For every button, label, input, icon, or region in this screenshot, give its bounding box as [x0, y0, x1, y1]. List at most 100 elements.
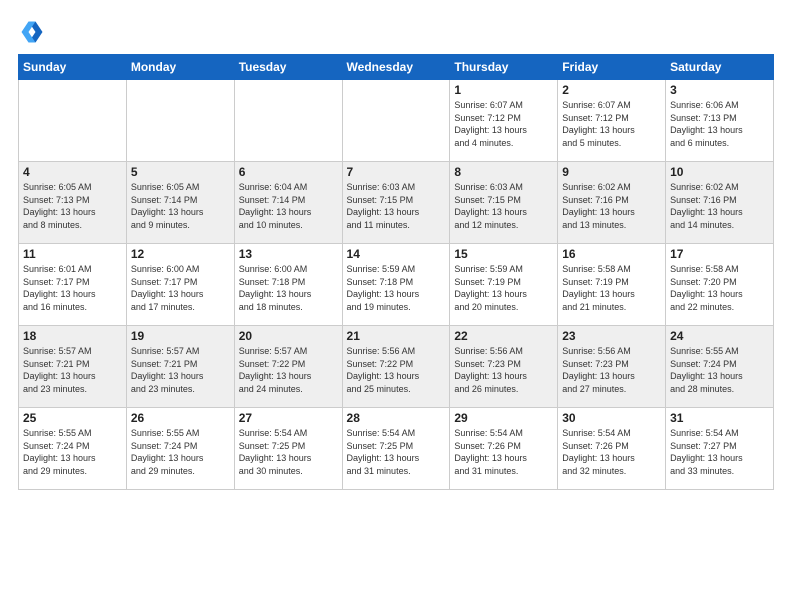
- calendar-cell: 20 Sunrise: 5:57 AM Sunset: 7:22 PM Dayli…: [234, 326, 342, 408]
- day-number: 25: [23, 411, 122, 425]
- day-info: Sunrise: 5:55 AM Sunset: 7:24 PM Dayligh…: [23, 427, 122, 477]
- day-number: 10: [670, 165, 769, 179]
- day-info: Sunrise: 5:59 AM Sunset: 7:18 PM Dayligh…: [347, 263, 446, 313]
- calendar-cell: 2 Sunrise: 6:07 AM Sunset: 7:12 PM Daylig…: [558, 80, 666, 162]
- header: [18, 18, 774, 46]
- day-number: 23: [562, 329, 661, 343]
- day-number: 29: [454, 411, 553, 425]
- calendar-week-row: 1Sunrise: 6:07 AM Sunset: 7:12 PM Daylig…: [19, 80, 774, 162]
- calendar-cell: 8 Sunrise: 6:03 AM Sunset: 7:15 PM Daylig…: [450, 162, 558, 244]
- day-info: Sunrise: 5:57 AM Sunset: 7:21 PM Dayligh…: [23, 345, 122, 395]
- day-info: Sunrise: 6:02 AM Sunset: 7:16 PM Dayligh…: [562, 181, 661, 231]
- page: SundayMondayTuesdayWednesdayThursdayFrid…: [0, 0, 792, 612]
- day-info: Sunrise: 5:57 AM Sunset: 7:21 PM Dayligh…: [131, 345, 230, 395]
- calendar-cell: 15Sunrise: 5:59 AM Sunset: 7:19 PM Dayli…: [450, 244, 558, 326]
- weekday-header-wednesday: Wednesday: [342, 55, 450, 80]
- day-info: Sunrise: 5:58 AM Sunset: 7:19 PM Dayligh…: [562, 263, 661, 313]
- calendar-cell: 18 Sunrise: 5:57 AM Sunset: 7:21 PM Dayli…: [19, 326, 127, 408]
- calendar-cell: 27 Sunrise: 5:54 AM Sunset: 7:25 PM Dayli…: [234, 408, 342, 490]
- day-info: Sunrise: 5:54 AM Sunset: 7:25 PM Dayligh…: [239, 427, 338, 477]
- calendar-cell: 4 Sunrise: 6:05 AM Sunset: 7:13 PM Daylig…: [19, 162, 127, 244]
- day-info: Sunrise: 5:54 AM Sunset: 7:27 PM Dayligh…: [670, 427, 769, 477]
- day-number: 26: [131, 411, 230, 425]
- day-info: Sunrise: 5:54 AM Sunset: 7:26 PM Dayligh…: [454, 427, 553, 477]
- day-number: 4: [23, 165, 122, 179]
- day-number: 19: [131, 329, 230, 343]
- day-info: Sunrise: 6:01 AM Sunset: 7:17 PM Dayligh…: [23, 263, 122, 313]
- day-info: Sunrise: 6:07 AM Sunset: 7:12 PM Dayligh…: [562, 99, 661, 149]
- logo: [18, 18, 50, 46]
- day-number: 31: [670, 411, 769, 425]
- calendar-week-row: 25 Sunrise: 5:55 AM Sunset: 7:24 PM Dayli…: [19, 408, 774, 490]
- day-number: 13: [239, 247, 338, 261]
- calendar-cell: 7 Sunrise: 6:03 AM Sunset: 7:15 PM Daylig…: [342, 162, 450, 244]
- day-info: Sunrise: 5:56 AM Sunset: 7:23 PM Dayligh…: [454, 345, 553, 395]
- day-info: Sunrise: 5:56 AM Sunset: 7:22 PM Dayligh…: [347, 345, 446, 395]
- calendar-cell: 31 Sunrise: 5:54 AM Sunset: 7:27 PM Dayli…: [666, 408, 774, 490]
- day-number: 8: [454, 165, 553, 179]
- day-info: Sunrise: 6:02 AM Sunset: 7:16 PM Dayligh…: [670, 181, 769, 231]
- day-number: 24: [670, 329, 769, 343]
- day-number: 7: [347, 165, 446, 179]
- weekday-header-saturday: Saturday: [666, 55, 774, 80]
- day-info: Sunrise: 5:55 AM Sunset: 7:24 PM Dayligh…: [670, 345, 769, 395]
- calendar-cell: 25 Sunrise: 5:55 AM Sunset: 7:24 PM Dayli…: [19, 408, 127, 490]
- calendar-table: SundayMondayTuesdayWednesdayThursdayFrid…: [18, 54, 774, 490]
- calendar-cell: 28 Sunrise: 5:54 AM Sunset: 7:25 PM Dayli…: [342, 408, 450, 490]
- day-number: 20: [239, 329, 338, 343]
- day-info: Sunrise: 5:54 AM Sunset: 7:25 PM Dayligh…: [347, 427, 446, 477]
- day-info: Sunrise: 6:00 AM Sunset: 7:17 PM Dayligh…: [131, 263, 230, 313]
- day-number: 6: [239, 165, 338, 179]
- calendar-cell: 11Sunrise: 6:01 AM Sunset: 7:17 PM Dayli…: [19, 244, 127, 326]
- day-number: 28: [347, 411, 446, 425]
- calendar-cell: 21Sunrise: 5:56 AM Sunset: 7:22 PM Dayli…: [342, 326, 450, 408]
- calendar-cell: 29 Sunrise: 5:54 AM Sunset: 7:26 PM Dayli…: [450, 408, 558, 490]
- day-number: 16: [562, 247, 661, 261]
- calendar-cell: [342, 80, 450, 162]
- day-info: Sunrise: 6:05 AM Sunset: 7:13 PM Dayligh…: [23, 181, 122, 231]
- weekday-header-thursday: Thursday: [450, 55, 558, 80]
- day-number: 30: [562, 411, 661, 425]
- day-info: Sunrise: 6:03 AM Sunset: 7:15 PM Dayligh…: [454, 181, 553, 231]
- day-number: 22: [454, 329, 553, 343]
- calendar-cell: [234, 80, 342, 162]
- day-number: 9: [562, 165, 661, 179]
- weekday-header-sunday: Sunday: [19, 55, 127, 80]
- calendar-cell: 5Sunrise: 6:05 AM Sunset: 7:14 PM Daylig…: [126, 162, 234, 244]
- calendar-cell: 12 Sunrise: 6:00 AM Sunset: 7:17 PM Dayli…: [126, 244, 234, 326]
- day-number: 2: [562, 83, 661, 97]
- calendar-cell: 1Sunrise: 6:07 AM Sunset: 7:12 PM Daylig…: [450, 80, 558, 162]
- day-number: 3: [670, 83, 769, 97]
- calendar-cell: 13 Sunrise: 6:00 AM Sunset: 7:18 PM Dayli…: [234, 244, 342, 326]
- calendar-cell: 19 Sunrise: 5:57 AM Sunset: 7:21 PM Dayli…: [126, 326, 234, 408]
- calendar-cell: 14Sunrise: 5:59 AM Sunset: 7:18 PM Dayli…: [342, 244, 450, 326]
- calendar-cell: 10 Sunrise: 6:02 AM Sunset: 7:16 PM Dayli…: [666, 162, 774, 244]
- day-info: Sunrise: 5:57 AM Sunset: 7:22 PM Dayligh…: [239, 345, 338, 395]
- calendar-cell: 23Sunrise: 5:56 AM Sunset: 7:23 PM Dayli…: [558, 326, 666, 408]
- calendar-cell: 9 Sunrise: 6:02 AM Sunset: 7:16 PM Daylig…: [558, 162, 666, 244]
- day-info: Sunrise: 5:54 AM Sunset: 7:26 PM Dayligh…: [562, 427, 661, 477]
- calendar-week-row: 11Sunrise: 6:01 AM Sunset: 7:17 PM Dayli…: [19, 244, 774, 326]
- day-number: 27: [239, 411, 338, 425]
- calendar-week-row: 18 Sunrise: 5:57 AM Sunset: 7:21 PM Dayli…: [19, 326, 774, 408]
- calendar-cell: 3 Sunrise: 6:06 AM Sunset: 7:13 PM Daylig…: [666, 80, 774, 162]
- day-info: Sunrise: 6:03 AM Sunset: 7:15 PM Dayligh…: [347, 181, 446, 231]
- day-info: Sunrise: 6:07 AM Sunset: 7:12 PM Dayligh…: [454, 99, 553, 149]
- day-number: 17: [670, 247, 769, 261]
- day-info: Sunrise: 5:55 AM Sunset: 7:24 PM Dayligh…: [131, 427, 230, 477]
- day-info: Sunrise: 6:06 AM Sunset: 7:13 PM Dayligh…: [670, 99, 769, 149]
- calendar-cell: 30 Sunrise: 5:54 AM Sunset: 7:26 PM Dayli…: [558, 408, 666, 490]
- weekday-header-friday: Friday: [558, 55, 666, 80]
- calendar-cell: [19, 80, 127, 162]
- calendar-cell: 24 Sunrise: 5:55 AM Sunset: 7:24 PM Dayli…: [666, 326, 774, 408]
- day-number: 12: [131, 247, 230, 261]
- calendar-cell: 26 Sunrise: 5:55 AM Sunset: 7:24 PM Dayli…: [126, 408, 234, 490]
- calendar-cell: 16 Sunrise: 5:58 AM Sunset: 7:19 PM Dayli…: [558, 244, 666, 326]
- day-number: 18: [23, 329, 122, 343]
- calendar-week-row: 4 Sunrise: 6:05 AM Sunset: 7:13 PM Daylig…: [19, 162, 774, 244]
- day-info: Sunrise: 6:00 AM Sunset: 7:18 PM Dayligh…: [239, 263, 338, 313]
- day-info: Sunrise: 6:05 AM Sunset: 7:14 PM Dayligh…: [131, 181, 230, 231]
- calendar-cell: 6Sunrise: 6:04 AM Sunset: 7:14 PM Daylig…: [234, 162, 342, 244]
- calendar-cell: 17Sunrise: 5:58 AM Sunset: 7:20 PM Dayli…: [666, 244, 774, 326]
- day-number: 15: [454, 247, 553, 261]
